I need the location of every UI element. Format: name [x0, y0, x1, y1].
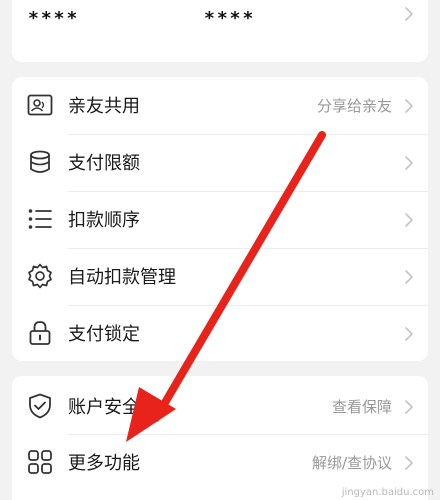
settings-item-auto-deduction[interactable]: 自动扣款管理: [12, 248, 428, 305]
chevron-right-icon: [404, 455, 414, 471]
chevron-right-icon: [404, 155, 414, 171]
database-stack-icon: [26, 148, 54, 176]
settings-item-label: 支付限额: [68, 153, 140, 174]
gear-icon: [26, 262, 54, 290]
settings-item-label: 自动扣款管理: [68, 267, 176, 288]
settings-card: 亲友共用 分享给亲友 支付限额 扣款顺序 自动扣款管理 支付锁定: [12, 77, 428, 361]
watermark: jingyan.baidu.com: [341, 487, 434, 498]
masked-value-left: ****: [28, 8, 80, 29]
chevron-right-icon: [404, 326, 414, 342]
settings-item-label: 更多功能: [68, 453, 140, 474]
payment-summary-card[interactable]: **** ****: [12, 0, 428, 62]
settings-item-payment-limit[interactable]: 支付限额: [12, 134, 428, 191]
chevron-right-icon: [404, 269, 414, 285]
grid-icon: [26, 448, 54, 476]
settings-item-payment-lock[interactable]: 支付锁定: [12, 305, 428, 361]
chevron-right-icon: [404, 399, 414, 415]
settings-item-label: 亲友共用: [68, 96, 140, 117]
settings-item-deduction-order[interactable]: 扣款顺序: [12, 191, 428, 248]
list-icon: [26, 205, 54, 233]
settings-item-label: 扣款顺序: [68, 210, 140, 231]
settings-item-hint: 查看保障: [331, 398, 392, 416]
settings-item-family-share[interactable]: 亲友共用 分享给亲友: [12, 77, 428, 134]
settings-item-label: 账户安全险: [68, 397, 158, 418]
lock-icon: [26, 319, 54, 347]
settings-item-hint: 解绑/查协议: [311, 454, 392, 472]
contact-card-icon: [26, 91, 54, 119]
settings-item-more-functions[interactable]: 更多功能 解绑/查协议: [12, 434, 428, 491]
settings-item-label: 支付锁定: [68, 324, 140, 345]
chevron-right-icon: [404, 98, 414, 114]
shield-check-icon: [26, 392, 54, 420]
chevron-right-icon: [404, 212, 414, 228]
security-card: 账户安全险 查看保障 更多功能 解绑/查协议: [12, 376, 428, 500]
chevron-right-icon: [404, 6, 414, 22]
settings-item-hint: 分享给亲友: [316, 97, 392, 115]
masked-value-right: ****: [204, 8, 256, 29]
settings-item-account-insurance[interactable]: 账户安全险 查看保障: [12, 378, 428, 435]
